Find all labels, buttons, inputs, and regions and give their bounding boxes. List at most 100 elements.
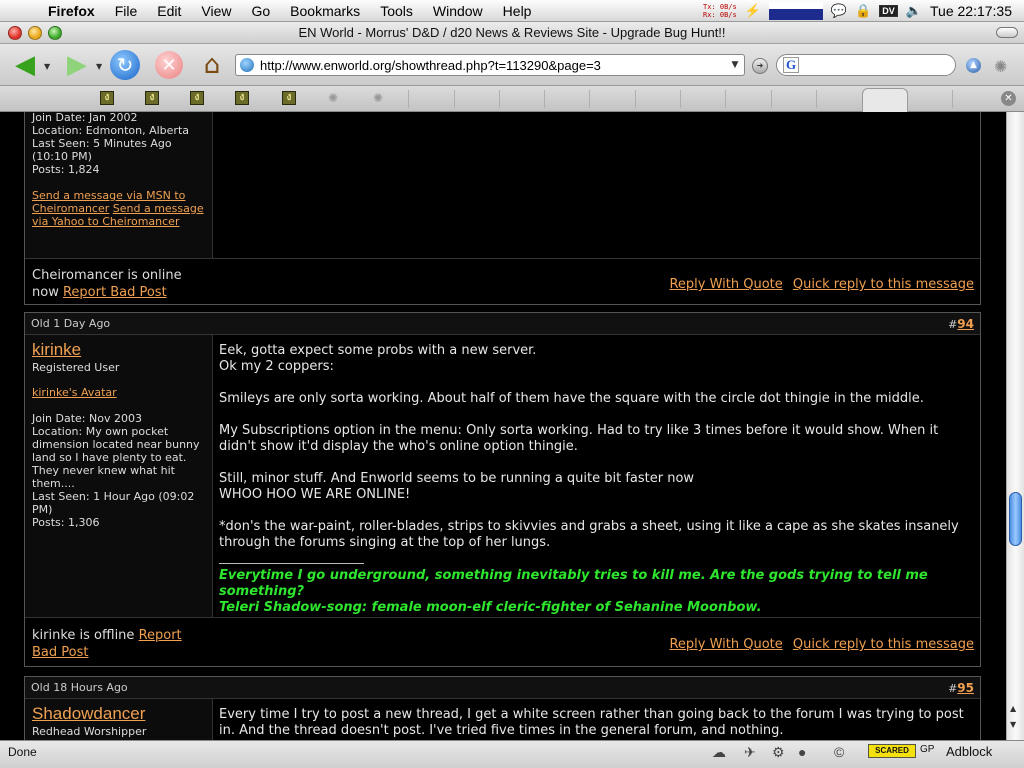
close-tab-icon[interactable]: ✕ [1001, 91, 1016, 106]
forward-button[interactable]: ▶ [60, 50, 94, 80]
post-text-line: Smileys are only sorta working. About ha… [219, 391, 924, 406]
bookmark-enworld-icon[interactable]: ง [282, 91, 296, 105]
chat-bubble-icon[interactable]: 💬 [831, 3, 847, 19]
status-text: Done [8, 745, 37, 759]
url-bar[interactable]: http://www.enworld.org/showthread.php?t=… [235, 54, 745, 76]
user-info-pane: kirinke Registered User kirinke's Avatar… [25, 335, 213, 617]
tx-value: 0B/s [719, 3, 737, 11]
username-link[interactable]: kirinke [32, 339, 205, 361]
stop-button[interactable]: ✕ [155, 51, 183, 79]
menu-file[interactable]: File [105, 0, 148, 22]
throbber-icon: ✺ [994, 57, 1008, 76]
user-post-count: Posts: 1,824 [32, 163, 100, 176]
back-button[interactable]: ◀ [8, 50, 42, 80]
vertical-scrollbar[interactable]: ▲ ▼ [1006, 112, 1024, 740]
menu-go[interactable]: Go [241, 0, 280, 22]
sound-activity-icon[interactable]: ⚡ [745, 3, 761, 19]
post-number-link[interactable]: 94 [957, 317, 974, 331]
menu-help[interactable]: Help [493, 0, 542, 22]
toolbar-toggle-button[interactable] [996, 27, 1018, 38]
menu-bookmarks[interactable]: Bookmarks [280, 0, 370, 22]
user-info-pane: Shadowdancer Redhead Worshipper [25, 699, 213, 740]
forum-post: Old 1 Day Ago #94 kirinke Registered Use… [24, 312, 981, 667]
post-number-link[interactable]: 95 [957, 681, 974, 695]
user-join-date: Join Date: Nov 2003 [32, 412, 142, 425]
menubar-clock[interactable]: Tue 22:17:35 [930, 3, 1012, 19]
scrollbar-thumb[interactable] [1009, 492, 1022, 546]
go-button[interactable]: ➜ [752, 58, 768, 74]
dv-badge[interactable]: DV [879, 5, 898, 17]
user-title: Registered User [32, 361, 120, 374]
network-monitor: Tx: 0B/s Rx: 0B/s [703, 3, 737, 19]
reload-icon: ↻ [116, 53, 134, 77]
lock-icon[interactable]: 🔒 [855, 3, 871, 19]
user-title: Redhead Worshipper [32, 725, 147, 738]
url-text[interactable]: http://www.enworld.org/showthread.php?t=… [260, 58, 726, 73]
reply-with-quote-link[interactable]: Reply With Quote [669, 277, 782, 292]
quick-reply-link[interactable]: Quick reply to this message [793, 277, 974, 292]
page-content: Join Date: Jan 2002 Location: Edmonton, … [0, 112, 1006, 740]
signature-line: Everytime I go underground, something in… [219, 568, 928, 599]
post-footer: Cheiromancer is online now Report Bad Po… [25, 258, 980, 306]
bookmark-enworld-icon[interactable]: ง [100, 91, 114, 105]
weather-icon[interactable]: ☁ [712, 744, 726, 761]
post-hash: # [948, 681, 958, 695]
bookmark-loading-icon[interactable]: ✺ [373, 91, 383, 105]
menu-app[interactable]: Firefox [40, 0, 105, 22]
signature-line: Teleri Shadow-song: female moon-elf cler… [219, 600, 762, 615]
gp-label[interactable]: GP [920, 744, 934, 755]
post-actions: Reply With Quote Quick reply to this mes… [663, 636, 974, 653]
menu-edit[interactable]: Edit [147, 0, 191, 22]
quick-reply-link[interactable]: Quick reply to this message [793, 637, 974, 652]
site-globe-icon [240, 58, 254, 72]
bookmark-enworld-icon[interactable]: ง [145, 91, 159, 105]
home-button[interactable]: ⌂ [195, 50, 229, 80]
tools-icon[interactable]: ✈ [744, 744, 756, 761]
tab-divider [635, 90, 636, 108]
window-minimize-button[interactable] [28, 26, 42, 40]
user-location: Location: Edmonton, Alberta [32, 124, 189, 137]
tab-divider [771, 90, 772, 108]
window-zoom-button[interactable] [48, 26, 62, 40]
menu-view[interactable]: View [191, 0, 241, 22]
scared-badge[interactable]: SCARED [868, 744, 916, 758]
scroll-up-arrow-icon[interactable]: ▲ [1010, 704, 1016, 713]
user-join-date: Join Date: Jan 2002 [32, 112, 138, 124]
bookmark-enworld-icon[interactable]: ง [235, 91, 249, 105]
rx-value: 0B/s [719, 11, 737, 19]
tab-divider [680, 90, 681, 108]
search-box[interactable]: G [776, 54, 956, 76]
username-link[interactable]: Shadowdancer [32, 703, 205, 725]
scroll-down-arrow-icon[interactable]: ▼ [1010, 720, 1016, 729]
online-status: Cheiromancer is online now Report Bad Po… [32, 267, 207, 301]
post-text-line: My Subscriptions option in the menu: Onl… [219, 423, 939, 454]
window-title: EN World - Morrus' D&D / d20 News & Revi… [298, 25, 726, 40]
search-engine-icon[interactable]: G [783, 57, 799, 73]
post-date: 18 Hours Ago [53, 681, 128, 694]
adblock-button[interactable]: Adblock [946, 744, 992, 759]
back-history-caret-icon[interactable]: ▼ [44, 62, 50, 71]
navigation-toolbar: ◀ ▼ ▶ ▼ ↻ ✕ ⌂ http://www.enworld.org/sho… [0, 44, 1024, 86]
menu-tools[interactable]: Tools [370, 0, 423, 22]
user-avatar-link[interactable]: kirinke's Avatar [32, 386, 205, 399]
tx-label: Tx: [703, 3, 716, 11]
firefox-icon[interactable]: ● [798, 744, 806, 760]
bookmark-loading-icon[interactable]: ✺ [328, 91, 338, 105]
active-tab[interactable] [862, 88, 908, 112]
menu-window[interactable]: Window [423, 0, 493, 22]
forward-history-caret-icon[interactable]: ▼ [96, 62, 102, 71]
gear-icon[interactable]: ⚙ [772, 744, 785, 761]
reload-button[interactable]: ↻ [110, 50, 140, 80]
url-history-dropdown-icon[interactable]: ▼ [726, 60, 744, 70]
post-text-line: Eek, gotta expect some probs with a new … [219, 343, 537, 358]
report-bad-post-link[interactable]: Report Bad Post [63, 285, 167, 300]
bookmarks-toolbar: ง ง ง ง ง ✺ ✺ ✕ [0, 86, 1024, 112]
window-close-button[interactable] [8, 26, 22, 40]
search-go-button[interactable]: ▲ [966, 58, 981, 73]
bookmark-enworld-icon[interactable]: ง [190, 91, 204, 105]
reply-with-quote-link[interactable]: Reply With Quote [669, 637, 782, 652]
stop-x-icon: ✕ [161, 54, 177, 76]
user-post-count: Posts: 1,306 [32, 516, 100, 529]
creative-commons-icon[interactable]: © [834, 744, 844, 760]
volume-icon[interactable]: 🔈 [906, 3, 922, 19]
